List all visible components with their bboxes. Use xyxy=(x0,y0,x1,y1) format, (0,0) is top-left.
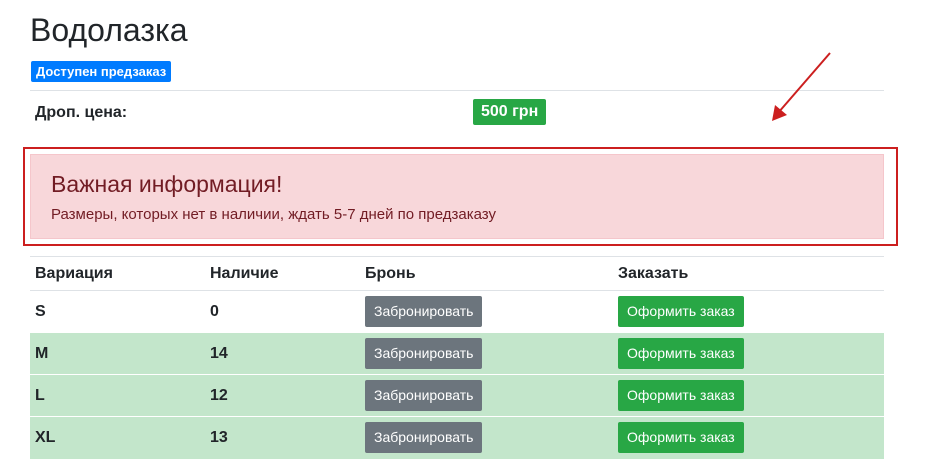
row-size: M xyxy=(30,332,205,375)
price-label: Дроп. цена: xyxy=(35,104,128,121)
row-stock: 13 xyxy=(205,416,360,459)
table-row: S 0 Забронировать Оформить заказ xyxy=(30,290,884,333)
header-stock: Наличие xyxy=(205,256,360,291)
row-stock: 12 xyxy=(205,374,360,417)
divider xyxy=(30,90,884,91)
order-button[interactable]: Оформить заказ xyxy=(618,422,744,454)
row-size: L xyxy=(30,374,205,417)
red-arrow-icon xyxy=(772,52,831,121)
table-row: XL 13 Забронировать Оформить заказ xyxy=(30,416,884,459)
order-button[interactable]: Оформить заказ xyxy=(618,338,744,369)
page-title: Водолазка xyxy=(30,12,188,48)
reserve-button[interactable]: Забронировать xyxy=(365,296,483,327)
row-size: S xyxy=(30,290,205,333)
order-button[interactable]: Оформить заказ xyxy=(618,380,744,411)
order-button[interactable]: Оформить заказ xyxy=(618,296,744,327)
reserve-button[interactable]: Забронировать xyxy=(365,338,483,369)
alert-heading: Важная информация! xyxy=(51,171,283,197)
preorder-badge: Доступен предзаказ xyxy=(31,61,172,82)
reserve-button[interactable]: Забронировать xyxy=(365,422,483,454)
header-order: Заказать xyxy=(613,256,884,291)
alert-text: Размеры, которых нет в наличии, ждать 5-… xyxy=(51,206,496,223)
header-reserve: Бронь xyxy=(360,256,613,291)
variations-table: Вариация Наличие Бронь Заказать S 0 Забр… xyxy=(30,256,884,459)
row-stock: 0 xyxy=(205,290,360,333)
price-badge: 500 грн xyxy=(473,99,547,125)
table-row: M 14 Забронировать Оформить заказ xyxy=(30,332,884,375)
reserve-button[interactable]: Забронировать xyxy=(365,380,483,411)
header-variation: Вариация xyxy=(30,256,205,291)
table-header-row: Вариация Наличие Бронь Заказать xyxy=(30,256,884,291)
row-size: XL xyxy=(30,416,205,459)
table-row: L 12 Забронировать Оформить заказ xyxy=(30,374,884,417)
row-stock: 14 xyxy=(205,332,360,375)
important-info-alert: Важная информация! Размеры, которых нет … xyxy=(30,154,884,239)
